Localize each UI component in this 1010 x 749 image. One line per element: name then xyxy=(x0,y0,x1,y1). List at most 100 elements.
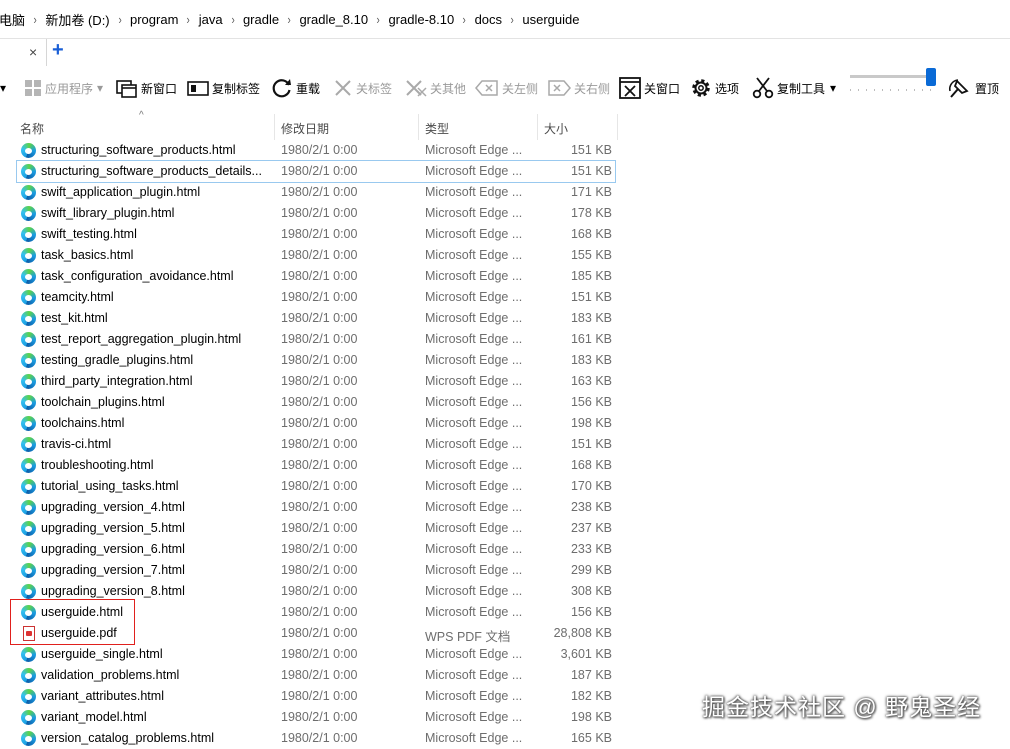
options-button[interactable]: 选项 xyxy=(690,76,739,100)
table-row[interactable]: teamcity.html 1980/2/1 0:00 Microsoft Edge… xyxy=(17,287,615,308)
table-row[interactable]: troubleshooting.html 1980/2/1 0:00 Microso… xyxy=(17,455,615,476)
table-row[interactable]: structuring_software_products.html 1980/2… xyxy=(17,140,615,161)
chevron-right-icon[interactable]: › xyxy=(187,12,190,27)
file-name: swift_library_plugin.html xyxy=(41,206,175,220)
apps-button[interactable]: 应用程序 ▾ xyxy=(24,76,103,100)
close-right-label: 关右侧 xyxy=(574,81,611,96)
table-row[interactable]: upgrading_version_5.html 1980/2/1 0:00 Mic… xyxy=(17,518,615,539)
close-tab-button[interactable]: 关标签 xyxy=(333,76,392,100)
table-row[interactable]: tutorial_using_tasks.html 1980/2/1 0:00 Mi… xyxy=(17,476,615,497)
chevron-right-icon[interactable]: › xyxy=(34,12,37,27)
slider-thumb[interactable] xyxy=(926,68,936,86)
close-tab-label: 关标签 xyxy=(356,81,393,96)
table-row[interactable]: upgrading_version_4.html 1980/2/1 0:00 Mic… xyxy=(17,497,615,518)
duplicate-tab-button[interactable]: 复制标签 xyxy=(187,76,260,100)
edge-icon xyxy=(21,227,36,242)
column-header-name[interactable]: 名称 xyxy=(20,120,44,137)
copy-tools-button[interactable]: 复制工具 ▾ xyxy=(752,76,836,100)
close-icon[interactable]: × xyxy=(29,44,37,60)
table-row[interactable]: task_configuration_avoidance.html 1980/2/… xyxy=(17,266,615,287)
table-row[interactable]: test_kit.html 1980/2/1 0:00 Microsoft Edge… xyxy=(17,308,615,329)
breadcrumb-docs[interactable]: docs xyxy=(467,12,510,27)
table-row[interactable]: toolchains.html 1980/2/1 0:00 Microsoft Ed… xyxy=(17,413,615,434)
edge-icon xyxy=(21,248,36,263)
file-size: 183 KB xyxy=(570,311,612,325)
close-window-button[interactable]: 关窗口 xyxy=(619,76,680,100)
column-header-date[interactable]: 修改日期 xyxy=(281,120,329,137)
close-right-button[interactable]: 关右侧 xyxy=(547,76,610,100)
dropdown-arrow-icon: ▾ xyxy=(97,81,104,95)
breadcrumb-gradle-8-10[interactable]: gradle-8.10 xyxy=(380,12,462,27)
table-row[interactable]: swift_library_plugin.html 1980/2/1 0:00 Mi… xyxy=(17,203,615,224)
edge-icon xyxy=(21,647,36,662)
column-header-size[interactable]: 大小 xyxy=(544,120,568,137)
table-row[interactable]: third_party_integration.html 1980/2/1 0:0… xyxy=(17,371,615,392)
file-date: 1980/2/1 0:00 xyxy=(281,668,358,682)
file-type: WPS PDF 文档 xyxy=(425,630,511,644)
breadcrumb-this-pc[interactable]: 此电脑 xyxy=(0,10,33,29)
table-row[interactable]: upgrading_version_6.html 1980/2/1 0:00 Mic… xyxy=(17,539,615,560)
table-row[interactable]: task_basics.html 1980/2/1 0:00 Microsoft E… xyxy=(17,245,615,266)
chevron-right-icon[interactable]: › xyxy=(463,12,466,27)
file-type: Microsoft Edge ... xyxy=(425,206,523,220)
table-row[interactable]: swift_testing.html 1980/2/1 0:00 Microsoft… xyxy=(17,224,615,245)
table-row[interactable]: userguide_single.html 1980/2/1 0:00 Micros… xyxy=(17,644,615,665)
file-size: 168 KB xyxy=(570,458,612,472)
chevron-right-icon[interactable]: › xyxy=(511,12,514,27)
address-bar[interactable]: 此电脑 › 新加卷 (D:) › program › java › gradle… xyxy=(0,0,1010,38)
chevron-right-icon[interactable]: › xyxy=(288,12,291,27)
breadcrumb-program[interactable]: program xyxy=(122,12,186,27)
file-date: 1980/2/1 0:00 xyxy=(281,521,358,535)
breadcrumb-userguide[interactable]: userguide xyxy=(514,12,587,27)
column-divider[interactable] xyxy=(418,114,419,140)
add-tab-icon[interactable]: + xyxy=(52,39,64,62)
file-name: validation_problems.html xyxy=(41,668,180,682)
close-left-button[interactable]: 关左侧 xyxy=(475,76,538,100)
breadcrumb-gradle[interactable]: gradle xyxy=(235,12,287,27)
chevron-right-icon[interactable]: › xyxy=(377,12,380,27)
table-row[interactable]: travis-ci.html 1980/2/1 0:00 Microsoft Edg… xyxy=(17,434,615,455)
breadcrumb-drive[interactable]: 新加卷 (D:) xyxy=(37,10,117,29)
file-size: 156 KB xyxy=(570,395,612,409)
table-row[interactable]: validation_problems.html 1980/2/1 0:00 Mic… xyxy=(17,665,615,686)
column-divider[interactable] xyxy=(537,114,538,140)
new-window-button[interactable]: 新窗口 xyxy=(116,76,177,100)
table-row[interactable]: upgrading_version_7.html 1980/2/1 0:00 Mic… xyxy=(17,560,615,581)
table-row[interactable]: test_report_aggregation_plugin.html 1980/… xyxy=(17,329,615,350)
file-type: Microsoft Edge ... xyxy=(425,689,523,703)
close-window-icon xyxy=(619,77,641,99)
breadcrumb-java[interactable]: java xyxy=(191,12,231,27)
column-header-type[interactable]: 类型 xyxy=(425,120,449,137)
file-size: 233 KB xyxy=(570,542,612,556)
edge-icon xyxy=(21,563,36,578)
file-size: 155 KB xyxy=(570,248,612,262)
file-name: travis-ci.html xyxy=(41,437,112,451)
pin-on-top-button[interactable]: 置顶 xyxy=(948,76,999,100)
options-label: 选项 xyxy=(715,81,740,96)
reload-button[interactable]: 重载 xyxy=(271,76,320,100)
table-row[interactable]: structuring_software_products_details...… xyxy=(16,160,616,183)
slider-track xyxy=(850,75,932,78)
table-row[interactable]: swift_application_plugin.html 1980/2/1 0:… xyxy=(17,182,615,203)
file-size: 237 KB xyxy=(570,521,612,535)
column-divider[interactable] xyxy=(617,114,618,140)
pin-on-top-label: 置顶 xyxy=(975,81,1000,96)
close-left-label: 关左侧 xyxy=(502,81,539,96)
breadcrumb-gradle-8-10-underscore[interactable]: gradle_8.10 xyxy=(291,12,376,27)
table-row[interactable]: testing_gradle_plugins.html 1980/2/1 0:00… xyxy=(17,350,615,371)
file-size: 170 KB xyxy=(570,479,612,493)
edge-icon xyxy=(21,458,36,473)
file-date: 1980/2/1 0:00 xyxy=(281,437,358,451)
table-row[interactable]: variant_model.html 1980/2/1 0:00 Microsoft… xyxy=(17,707,615,728)
tab-current[interactable]: × xyxy=(0,39,47,66)
chevron-right-icon[interactable]: › xyxy=(118,12,121,27)
table-row[interactable]: toolchain_plugins.html 1980/2/1 0:00 Micro… xyxy=(17,392,615,413)
dropdown-arrow-icon[interactable]: ▾ xyxy=(0,76,6,100)
table-row[interactable]: variant_attributes.html 1980/2/1 0:00 Micr… xyxy=(17,686,615,707)
column-divider[interactable] xyxy=(274,114,275,140)
sort-up-icon: ^ xyxy=(139,110,144,121)
close-others-button[interactable]: 关其他 xyxy=(405,76,466,100)
file-date: 1980/2/1 0:00 xyxy=(281,332,358,346)
close-right-icon xyxy=(548,80,571,96)
chevron-right-icon[interactable]: › xyxy=(231,12,234,27)
